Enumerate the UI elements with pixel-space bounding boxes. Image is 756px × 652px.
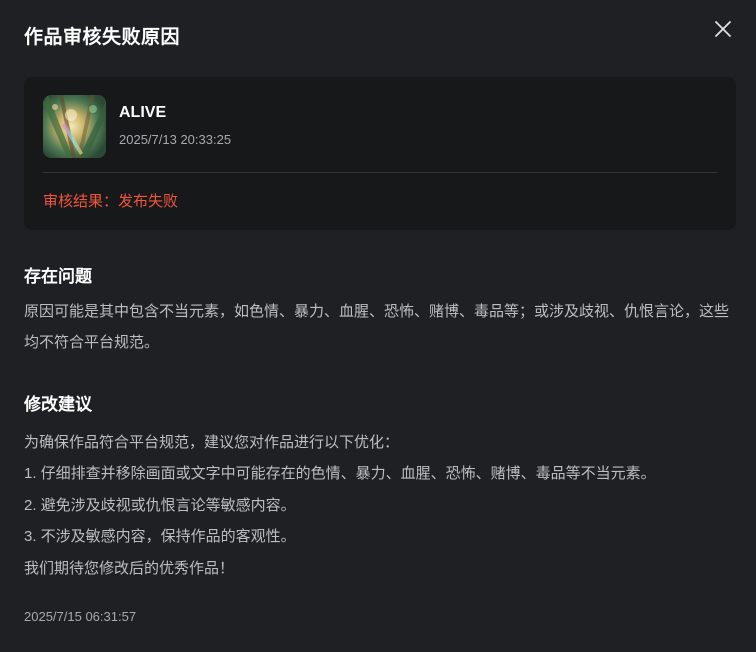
footer-timestamp: 2025/7/15 06:31:57: [24, 609, 137, 624]
problem-text: 原因可能是其中包含不当元素，如色情、暴力、血腥、恐怖、赌博、毒品等；或涉及歧视、…: [24, 303, 730, 351]
work-title: ALIVE: [119, 104, 167, 121]
work-card: ALIVE 2025/7/13 20:33:25 审核结果：发布失败: [24, 77, 736, 230]
suggestion-item: 3. 不涉及敏感内容，保持作品的客观性。: [24, 528, 296, 545]
review-result-value: 发布失败: [118, 193, 179, 210]
review-failure-dialog: 作品审核失败原因 ALIVE 2025/7/13 20:33:25 审核结果：发…: [0, 0, 756, 652]
suggestion-heading: 修改建议: [24, 395, 92, 414]
review-result-label: 审核结果：: [43, 193, 119, 210]
suggestion-item: 2. 避免涉及歧视或仇恨言论等敏感内容。: [24, 497, 296, 514]
suggestion-item: 1. 仔细排查并移除画面或文字中可能存在的色情、暴力、血腥、恐怖、赌博、毒品等不…: [24, 465, 656, 482]
dialog-title: 作品审核失败原因: [24, 27, 181, 48]
work-timestamp: 2025/7/13 20:33:25: [119, 132, 232, 147]
problem-heading: 存在问题: [24, 267, 92, 286]
suggestion-closing: 我们期待您修改后的优秀作品！: [24, 560, 235, 577]
close-button[interactable]: [712, 18, 734, 40]
divider: [43, 172, 717, 173]
work-thumbnail[interactable]: [43, 95, 106, 158]
work-thumbnail-image: [43, 95, 106, 158]
suggestion-intro: 为确保作品符合平台规范，建议您对作品进行以下优化：: [24, 434, 400, 451]
close-icon: [715, 21, 731, 37]
review-result: 审核结果：发布失败: [43, 190, 178, 211]
